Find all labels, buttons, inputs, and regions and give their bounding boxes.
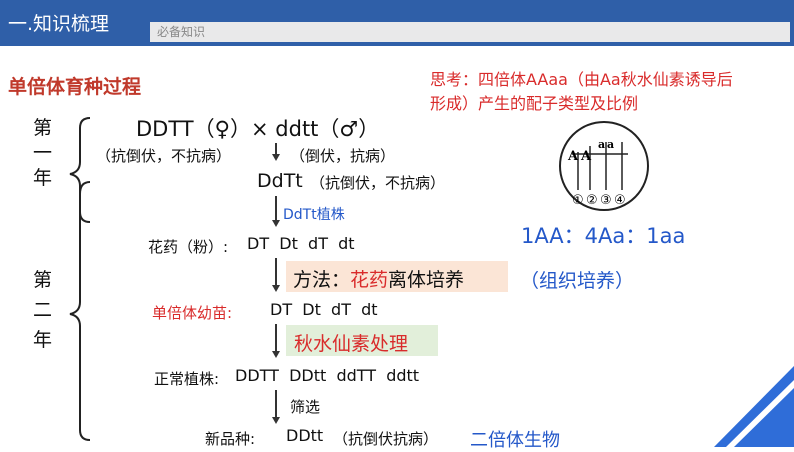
normal-plants-genotypes: DDTT DDtt ddTT ddtt (235, 366, 420, 385)
right-parent-trait: （倒伏，抗病） (290, 147, 396, 165)
left-parent-trait: （抗倒伏，不抗病） (96, 147, 232, 165)
arrow-screen-shaft (275, 390, 277, 418)
stage-first-char2: 一 (33, 142, 53, 164)
position-4: ④ (614, 193, 626, 208)
new-variety-trait: （抗倒伏抗病） (333, 430, 439, 448)
f1-genotype: DdTt (257, 170, 303, 192)
allele-2: A (580, 149, 592, 164)
tetraploid-chromosome-diagram: A A a a ① ② ③ ④ (559, 121, 649, 211)
position-3: ③ (600, 193, 612, 208)
position-1: ① (572, 193, 584, 208)
section-title: 单倍体育种过程 (8, 76, 142, 98)
method-prefix: 方法： (293, 269, 351, 291)
allele-3: a (598, 138, 605, 151)
parents-cross: DDTT（♀）× ddtt（♂） (136, 117, 380, 141)
allele-1: A (567, 149, 579, 164)
header-title: 一.知识梳理 (8, 13, 110, 35)
arrow-f1-head (272, 220, 280, 227)
arrow-method-shaft (275, 258, 277, 286)
think-question-line2: 形成）产生的配子类型及比例 (430, 94, 639, 113)
pollen-gametes: DT Dt dT dt (247, 234, 355, 253)
position-2: ② (586, 193, 598, 208)
stage-second-char3: 年 (33, 329, 53, 351)
stage-second-char1: 第 (33, 269, 53, 291)
pollen-label: 花药（粉）: (148, 238, 229, 256)
arrow-colchicine-head (272, 351, 280, 358)
method-suffix: 离体培养 (388, 269, 465, 291)
stage-first-char3: 年 (33, 167, 53, 189)
arrow-screen-head (272, 417, 280, 424)
stage-first-char1: 第 (33, 117, 53, 139)
screening-label: 筛选 (290, 398, 321, 416)
think-question-line1: 思考：四倍体AAaa（由Aa秋水仙素诱导后 (430, 70, 733, 89)
f1-plant-label: DdTt植株 (283, 207, 345, 223)
method-highlight: 花药 (350, 269, 389, 291)
diploid-note: 二倍体生物 (470, 430, 560, 451)
arrow-cross-head (272, 154, 280, 161)
tissue-culture-note: （组织培养） (520, 270, 635, 292)
corner-decoration (714, 366, 794, 447)
header-subtitle: 必备知识 (157, 25, 206, 39)
f1-trait: （抗倒伏，不抗病） (310, 174, 446, 192)
haploid-genotypes: DT Dt dT dt (270, 300, 378, 319)
method-text: 方法：花药离体培养 (293, 265, 464, 292)
new-variety-genotype: DDtt (286, 426, 324, 445)
haploid-label: 单倍体幼苗: (152, 304, 233, 322)
allele-4: a (607, 138, 614, 151)
stage-second-char2: 二 (33, 299, 53, 321)
arrow-method-head (272, 285, 280, 292)
colchicine-text: 秋水仙素处理 (294, 333, 409, 355)
normal-plants-label: 正常植株: (154, 370, 220, 388)
arrow-f1-shaft (275, 196, 277, 221)
gamete-ratio: 1AA：4Aa：1aa (521, 224, 686, 248)
arrow-colchicine-shaft (275, 324, 277, 352)
header-subtitle-box (150, 22, 790, 42)
new-variety-label: 新品种: (205, 430, 256, 448)
